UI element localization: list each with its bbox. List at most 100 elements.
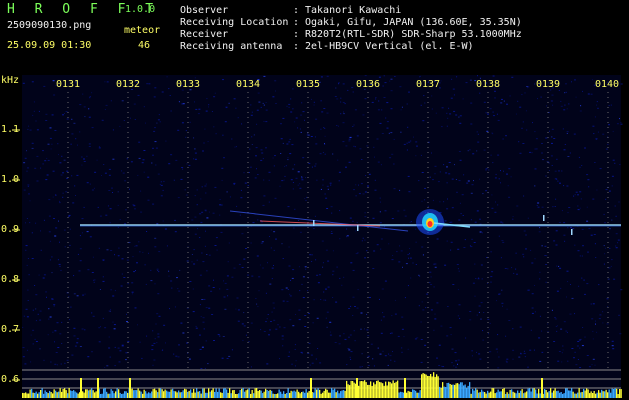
noise-speck [205, 183, 207, 185]
noise-speck [178, 290, 181, 292]
noise-speck [123, 277, 126, 278]
noise-speck [405, 263, 408, 265]
noise-speck [208, 307, 211, 309]
noise-speck [138, 141, 141, 143]
noise-speck [308, 162, 311, 164]
noise-speck [265, 102, 267, 103]
detection-bar [58, 391, 60, 398]
noise-speck [371, 101, 374, 103]
noise-speck [336, 125, 338, 126]
noise-speck [273, 319, 276, 321]
noise-speck [538, 337, 541, 339]
detection-bar [452, 384, 454, 398]
noise-speck [362, 193, 365, 195]
noise-speck [536, 205, 538, 206]
noise-speck [366, 313, 368, 315]
noise-speck [213, 96, 216, 98]
noise-speck [143, 171, 145, 173]
noise-speck [52, 80, 55, 82]
noise-speck [407, 175, 410, 177]
noise-speck [144, 264, 146, 266]
noise-speck [219, 288, 221, 290]
noise-speck [287, 355, 290, 357]
detection-bar [103, 388, 105, 398]
detection-bar [407, 390, 409, 398]
noise-speck [299, 187, 302, 189]
detection-bar [455, 383, 457, 398]
noise-speck [407, 348, 409, 350]
noise-speck [534, 185, 536, 187]
noise-speck [213, 279, 214, 281]
detection-bar [95, 391, 97, 398]
noise-speck [270, 229, 272, 231]
noise-speck [574, 244, 576, 246]
noise-speck [273, 249, 275, 251]
detection-bar [176, 392, 178, 398]
detection-bar [208, 388, 210, 398]
noise-speck [551, 309, 553, 311]
noise-speck [369, 297, 371, 298]
noise-speck [275, 328, 278, 330]
noise-speck [321, 240, 324, 242]
noise-speck [434, 173, 436, 175]
detection-bar [365, 382, 367, 398]
noise-speck [404, 297, 406, 299]
noise-speck [479, 358, 482, 360]
noise-speck [248, 341, 250, 343]
noise-speck [289, 293, 291, 295]
noise-speck [458, 116, 460, 118]
noise-speck [79, 235, 81, 237]
noise-speck [106, 249, 109, 251]
detection-bar [347, 384, 349, 398]
noise-speck [557, 360, 560, 362]
noise-speck [193, 249, 195, 251]
noise-speck [507, 185, 509, 187]
noise-speck [58, 220, 59, 222]
detection-bar [380, 382, 382, 398]
detection-bar [109, 393, 111, 398]
noise-speck [441, 365, 442, 367]
detection-bar [514, 392, 516, 398]
noise-speck [473, 180, 474, 182]
noise-speck [302, 297, 305, 299]
noise-speck [71, 175, 73, 177]
detection-bar [247, 389, 249, 398]
detection-bar [29, 389, 31, 398]
noise-speck [25, 222, 26, 224]
noise-speck [213, 340, 215, 341]
detection-bar [151, 391, 153, 398]
noise-speck [152, 154, 154, 156]
noise-speck [188, 358, 191, 360]
noise-speck [280, 153, 282, 154]
noise-speck [551, 165, 553, 166]
detection-bar [395, 381, 397, 398]
noise-speck [214, 92, 216, 94]
noise-speck [337, 159, 339, 161]
detection-bar [445, 387, 447, 398]
detection-bar [283, 391, 285, 398]
noise-speck [568, 103, 570, 105]
noise-speck [335, 87, 337, 89]
noise-speck [326, 75, 329, 77]
noise-speck [372, 217, 375, 219]
antenna-value: 2el-HB9CV Vertical (el. E-W) [305, 41, 474, 52]
noise-speck [286, 105, 288, 107]
noise-speck [211, 314, 214, 315]
noise-speck [533, 349, 535, 351]
noise-speck [577, 341, 580, 342]
noise-speck [552, 206, 554, 208]
detection-bar [70, 390, 72, 398]
noise-speck [558, 170, 560, 172]
noise-speck [579, 347, 581, 349]
noise-speck [26, 170, 28, 172]
noise-speck [356, 221, 358, 223]
noise-speck [493, 115, 495, 117]
detection-bar [269, 389, 271, 398]
noise-speck [231, 349, 233, 351]
noise-speck [355, 184, 357, 186]
detection-bar [145, 391, 147, 398]
noise-speck [336, 98, 339, 100]
detection-bar [527, 388, 529, 398]
noise-speck [125, 352, 128, 354]
noise-speck [260, 242, 263, 244]
